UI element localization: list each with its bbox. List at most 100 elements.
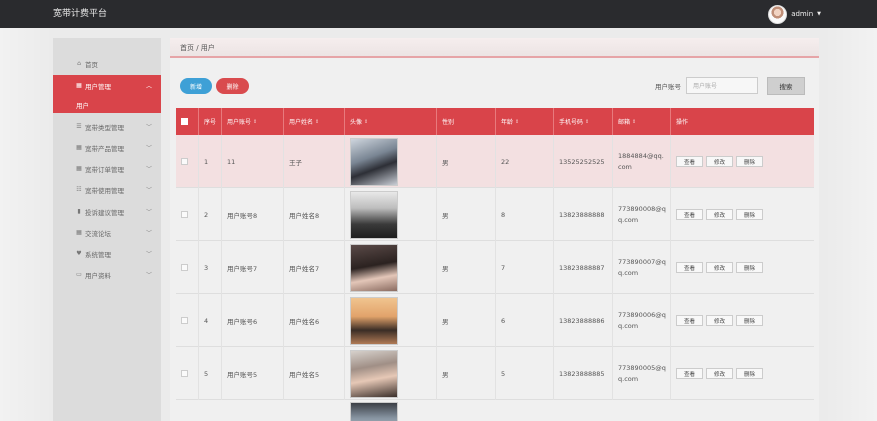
sidebar-item-complaints[interactable]: ▮ 投诉建议管理 ﹀ [53, 201, 161, 222]
cell-index: 2 [199, 188, 222, 241]
sidebar-item-label: 首页 [85, 60, 98, 69]
row-checkbox[interactable] [181, 264, 188, 271]
sort-icon[interactable]: ⇕ [364, 119, 368, 125]
sort-icon[interactable]: ⇕ [632, 119, 636, 125]
view-button[interactable]: 查看 [676, 315, 703, 326]
cell-index: 5 [199, 347, 222, 400]
cell-email: 773890006@qq.com [613, 294, 671, 347]
cell-actions: 查看 修改 删除 [671, 347, 814, 400]
sidebar-item-broadband-usage[interactable]: ☷ 宽带使用管理 ﹀ [53, 179, 161, 200]
column-header[interactable]: 用户账号 ⇕ [222, 108, 284, 135]
user-menu[interactable]: admin ▼ [768, 3, 821, 25]
select-all-checkbox[interactable] [181, 118, 188, 125]
avatar[interactable] [768, 4, 788, 24]
cell-age: 8 [496, 188, 554, 241]
sidebar-item-label: 用户管理 [85, 82, 111, 91]
row-checkbox-cell[interactable] [176, 135, 199, 188]
delete-button[interactable]: 删除 [216, 78, 249, 94]
cell-account: 用户账号7 [222, 241, 284, 294]
row-checkbox-cell[interactable] [176, 294, 199, 347]
sort-icon[interactable]: ⇕ [515, 119, 519, 125]
grid-icon: ▦ [76, 229, 82, 236]
sidebar-item-system[interactable]: ♥ 系统管理 ﹀ [53, 243, 161, 264]
view-button[interactable]: 查看 [676, 262, 703, 273]
chevron-down-icon: ﹀ [145, 230, 152, 237]
chevron-down-icon: ﹀ [145, 124, 152, 131]
cell-name: 王子 [284, 135, 345, 188]
avatar-photo [350, 402, 398, 421]
table-row: 4 用户账号6 用户姓名6 男 6 13823888886 773890006@qq.com… [176, 294, 814, 347]
cell-actions: 查看 修改 删除 [671, 241, 814, 294]
row-checkbox[interactable] [181, 370, 188, 377]
cell-phone: 13823888886 [554, 294, 613, 347]
username[interactable]: admin [791, 10, 813, 18]
caret-down-icon[interactable]: ▼ [817, 11, 821, 17]
sort-icon[interactable]: ⇕ [585, 119, 589, 125]
cell-name: 用户姓名7 [284, 241, 345, 294]
sidebar-item-broadband-order[interactable]: ▦ 宽带订单管理 ﹀ [53, 158, 161, 179]
view-button[interactable]: 查看 [676, 209, 703, 220]
cell-index: 1 [199, 135, 222, 188]
sidebar-item-home[interactable]: ⌂ 首页 [53, 53, 161, 74]
row-checkbox-cell[interactable] [176, 241, 199, 294]
row-checkbox[interactable] [181, 317, 188, 324]
column-header[interactable]: 手机号码 ⇕ [554, 108, 613, 135]
avatar-photo [350, 190, 398, 239]
cell-avatar [345, 188, 437, 241]
column-header[interactable]: 头像 ⇕ [345, 108, 437, 135]
cell-name: 用户姓名5 [284, 347, 345, 400]
column-header[interactable]: 年龄 ⇕ [496, 108, 554, 135]
sidebar-item-label: 交流论坛 [85, 229, 111, 238]
column-header[interactable]: 用户姓名 ⇕ [284, 108, 345, 135]
edit-button[interactable]: 修改 [706, 156, 733, 167]
sidebar-item-user-management[interactable]: ▦ 用户管理 ︿ [53, 75, 161, 96]
chevron-down-icon: ﹀ [145, 145, 152, 152]
select-all-cell[interactable] [176, 108, 199, 135]
sidebar-item-forum[interactable]: ▦ 交流论坛 ﹀ [53, 222, 161, 243]
cell-avatar [345, 135, 437, 188]
cell-phone: 13823888887 [554, 241, 613, 294]
row-checkbox-cell[interactable] [176, 188, 199, 241]
edit-button[interactable]: 修改 [706, 315, 733, 326]
bar-chart-icon: ▮ [77, 208, 81, 215]
sidebar-item-label: 宽带订单管理 [85, 165, 124, 174]
row-checkbox[interactable] [181, 158, 188, 165]
edit-button[interactable]: 修改 [706, 368, 733, 379]
sidebar-item-profile[interactable]: ▭ 用户资料 ﹀ [53, 264, 161, 285]
avatar-photo [350, 349, 398, 398]
cell-index: 3 [199, 241, 222, 294]
chevron-down-icon: ﹀ [145, 251, 152, 258]
view-button[interactable]: 查看 [676, 156, 703, 167]
breadcrumb: 首页 / 用户 [170, 38, 819, 58]
edit-button[interactable]: 修改 [706, 262, 733, 273]
top-bar: 宽带计费平台 admin ▼ [0, 0, 877, 28]
sidebar-subitem-user[interactable]: 用户 [53, 96, 161, 113]
search-label: 用户账号 [655, 83, 681, 91]
cell-age: 6 [496, 294, 554, 347]
row-checkbox-cell[interactable] [176, 347, 199, 400]
sidebar-item-broadband-product[interactable]: ▦ 宽带产品管理 ﹀ [53, 137, 161, 158]
search-button[interactable]: 搜索 [767, 77, 805, 95]
avatar-photo [350, 243, 398, 292]
sidebar-item-broadband-type[interactable]: ☰ 宽带类型管理 ﹀ [53, 116, 161, 137]
sort-icon[interactable]: ⇕ [253, 119, 257, 125]
cell-name: 用户姓名8 [284, 188, 345, 241]
search-input[interactable]: 用户账号 [686, 77, 758, 94]
delete-row-button[interactable]: 删除 [736, 262, 763, 273]
card-icon: ▭ [76, 271, 82, 278]
delete-row-button[interactable]: 删除 [736, 368, 763, 379]
cell-email: 1884884@qq.com [613, 135, 671, 188]
delete-row-button[interactable]: 删除 [736, 315, 763, 326]
breadcrumb-text[interactable]: 首页 / 用户 [180, 43, 215, 53]
cell-account: 用户账号6 [222, 294, 284, 347]
delete-row-button[interactable]: 删除 [736, 156, 763, 167]
row-checkbox[interactable] [181, 211, 188, 218]
edit-button[interactable]: 修改 [706, 209, 733, 220]
column-header[interactable]: 邮箱 ⇕ [613, 108, 671, 135]
sort-icon[interactable]: ⇕ [315, 119, 319, 125]
view-button[interactable]: 查看 [676, 368, 703, 379]
cell-email: 773890008@qq.com [613, 188, 671, 241]
cell-age: 22 [496, 135, 554, 188]
add-button[interactable]: 新增 [180, 78, 212, 94]
delete-row-button[interactable]: 删除 [736, 209, 763, 220]
